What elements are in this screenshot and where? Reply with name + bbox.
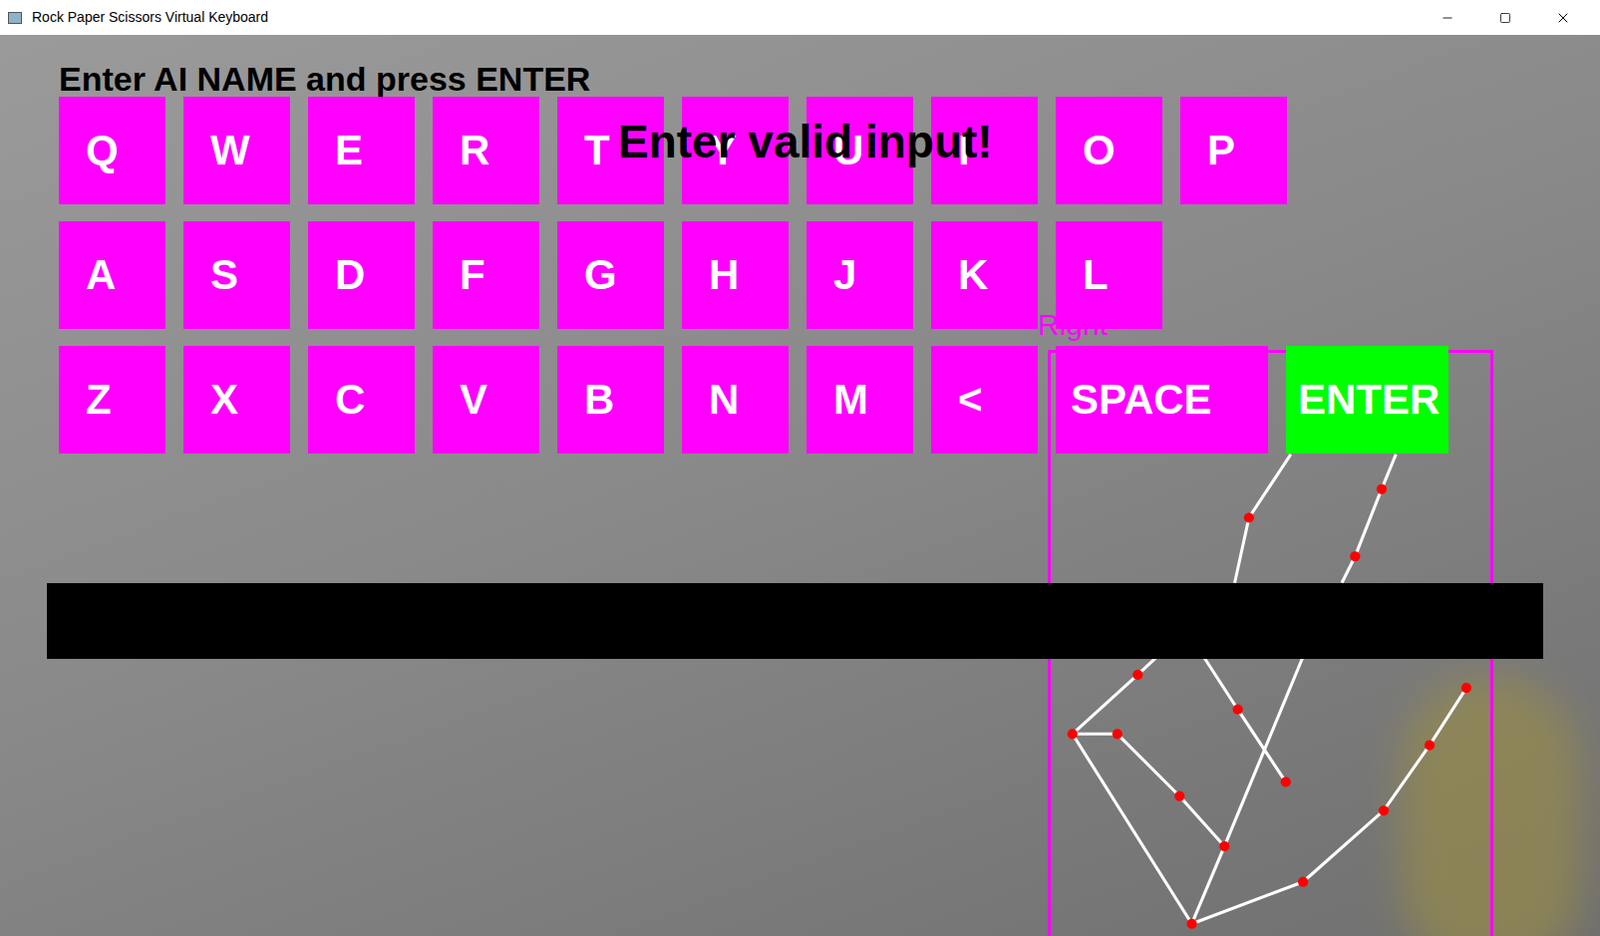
key[interactable]: D [308,221,415,329]
camera-frame [1400,676,1581,936]
key[interactable]: < [931,345,1038,454]
key[interactable]: A [58,221,166,329]
key[interactable]: P [1180,96,1287,205]
maximize-button[interactable] [1476,0,1535,35]
key[interactable]: Z [58,345,166,454]
keyboard-row: ZXCVBNM<SPACEENTER [58,345,1449,454]
key[interactable]: M [806,345,914,454]
key[interactable]: N [681,345,789,454]
prompt-text: Enter AI NAME and press ENTER [58,60,591,97]
key[interactable]: Q [58,96,166,205]
error-message: Enter valid input! [618,118,993,165]
key[interactable]: C [308,345,415,454]
close-icon [1555,9,1572,26]
key[interactable]: ENTER [1285,345,1449,454]
name-input[interactable] [46,583,1544,659]
minimize-button[interactable] [1418,0,1477,35]
key[interactable]: S [183,221,291,329]
app-window: Rock Paper Scissors Virtual KeyboardRigh… [0,0,1600,936]
minimize-icon [1440,10,1455,25]
key[interactable]: X [183,345,291,454]
key[interactable]: E [308,96,415,205]
title-bar: Rock Paper Scissors Virtual Keyboard [0,0,1600,35]
key[interactable]: H [681,221,789,329]
window-title: Rock Paper Scissors Virtual Keyboard [31,6,269,28]
camera-canvas: RightEnter AI NAME and press ENTERQWERTY… [0,34,1600,936]
key[interactable]: G [557,221,664,329]
key[interactable]: J [806,221,914,329]
key[interactable]: R [432,96,540,205]
key[interactable]: O [1055,96,1163,205]
key[interactable]: SPACE [1055,345,1269,454]
key[interactable]: L [1055,221,1163,329]
key[interactable]: B [557,345,664,454]
key[interactable]: K [931,221,1038,329]
maximize-icon [1499,11,1512,24]
key[interactable]: F [432,221,540,329]
close-button[interactable] [1534,0,1593,35]
keyboard-row: ASDFGHJKL [58,221,1449,329]
app-icon [7,11,22,24]
key[interactable]: W [183,96,291,205]
key[interactable]: V [432,345,540,454]
